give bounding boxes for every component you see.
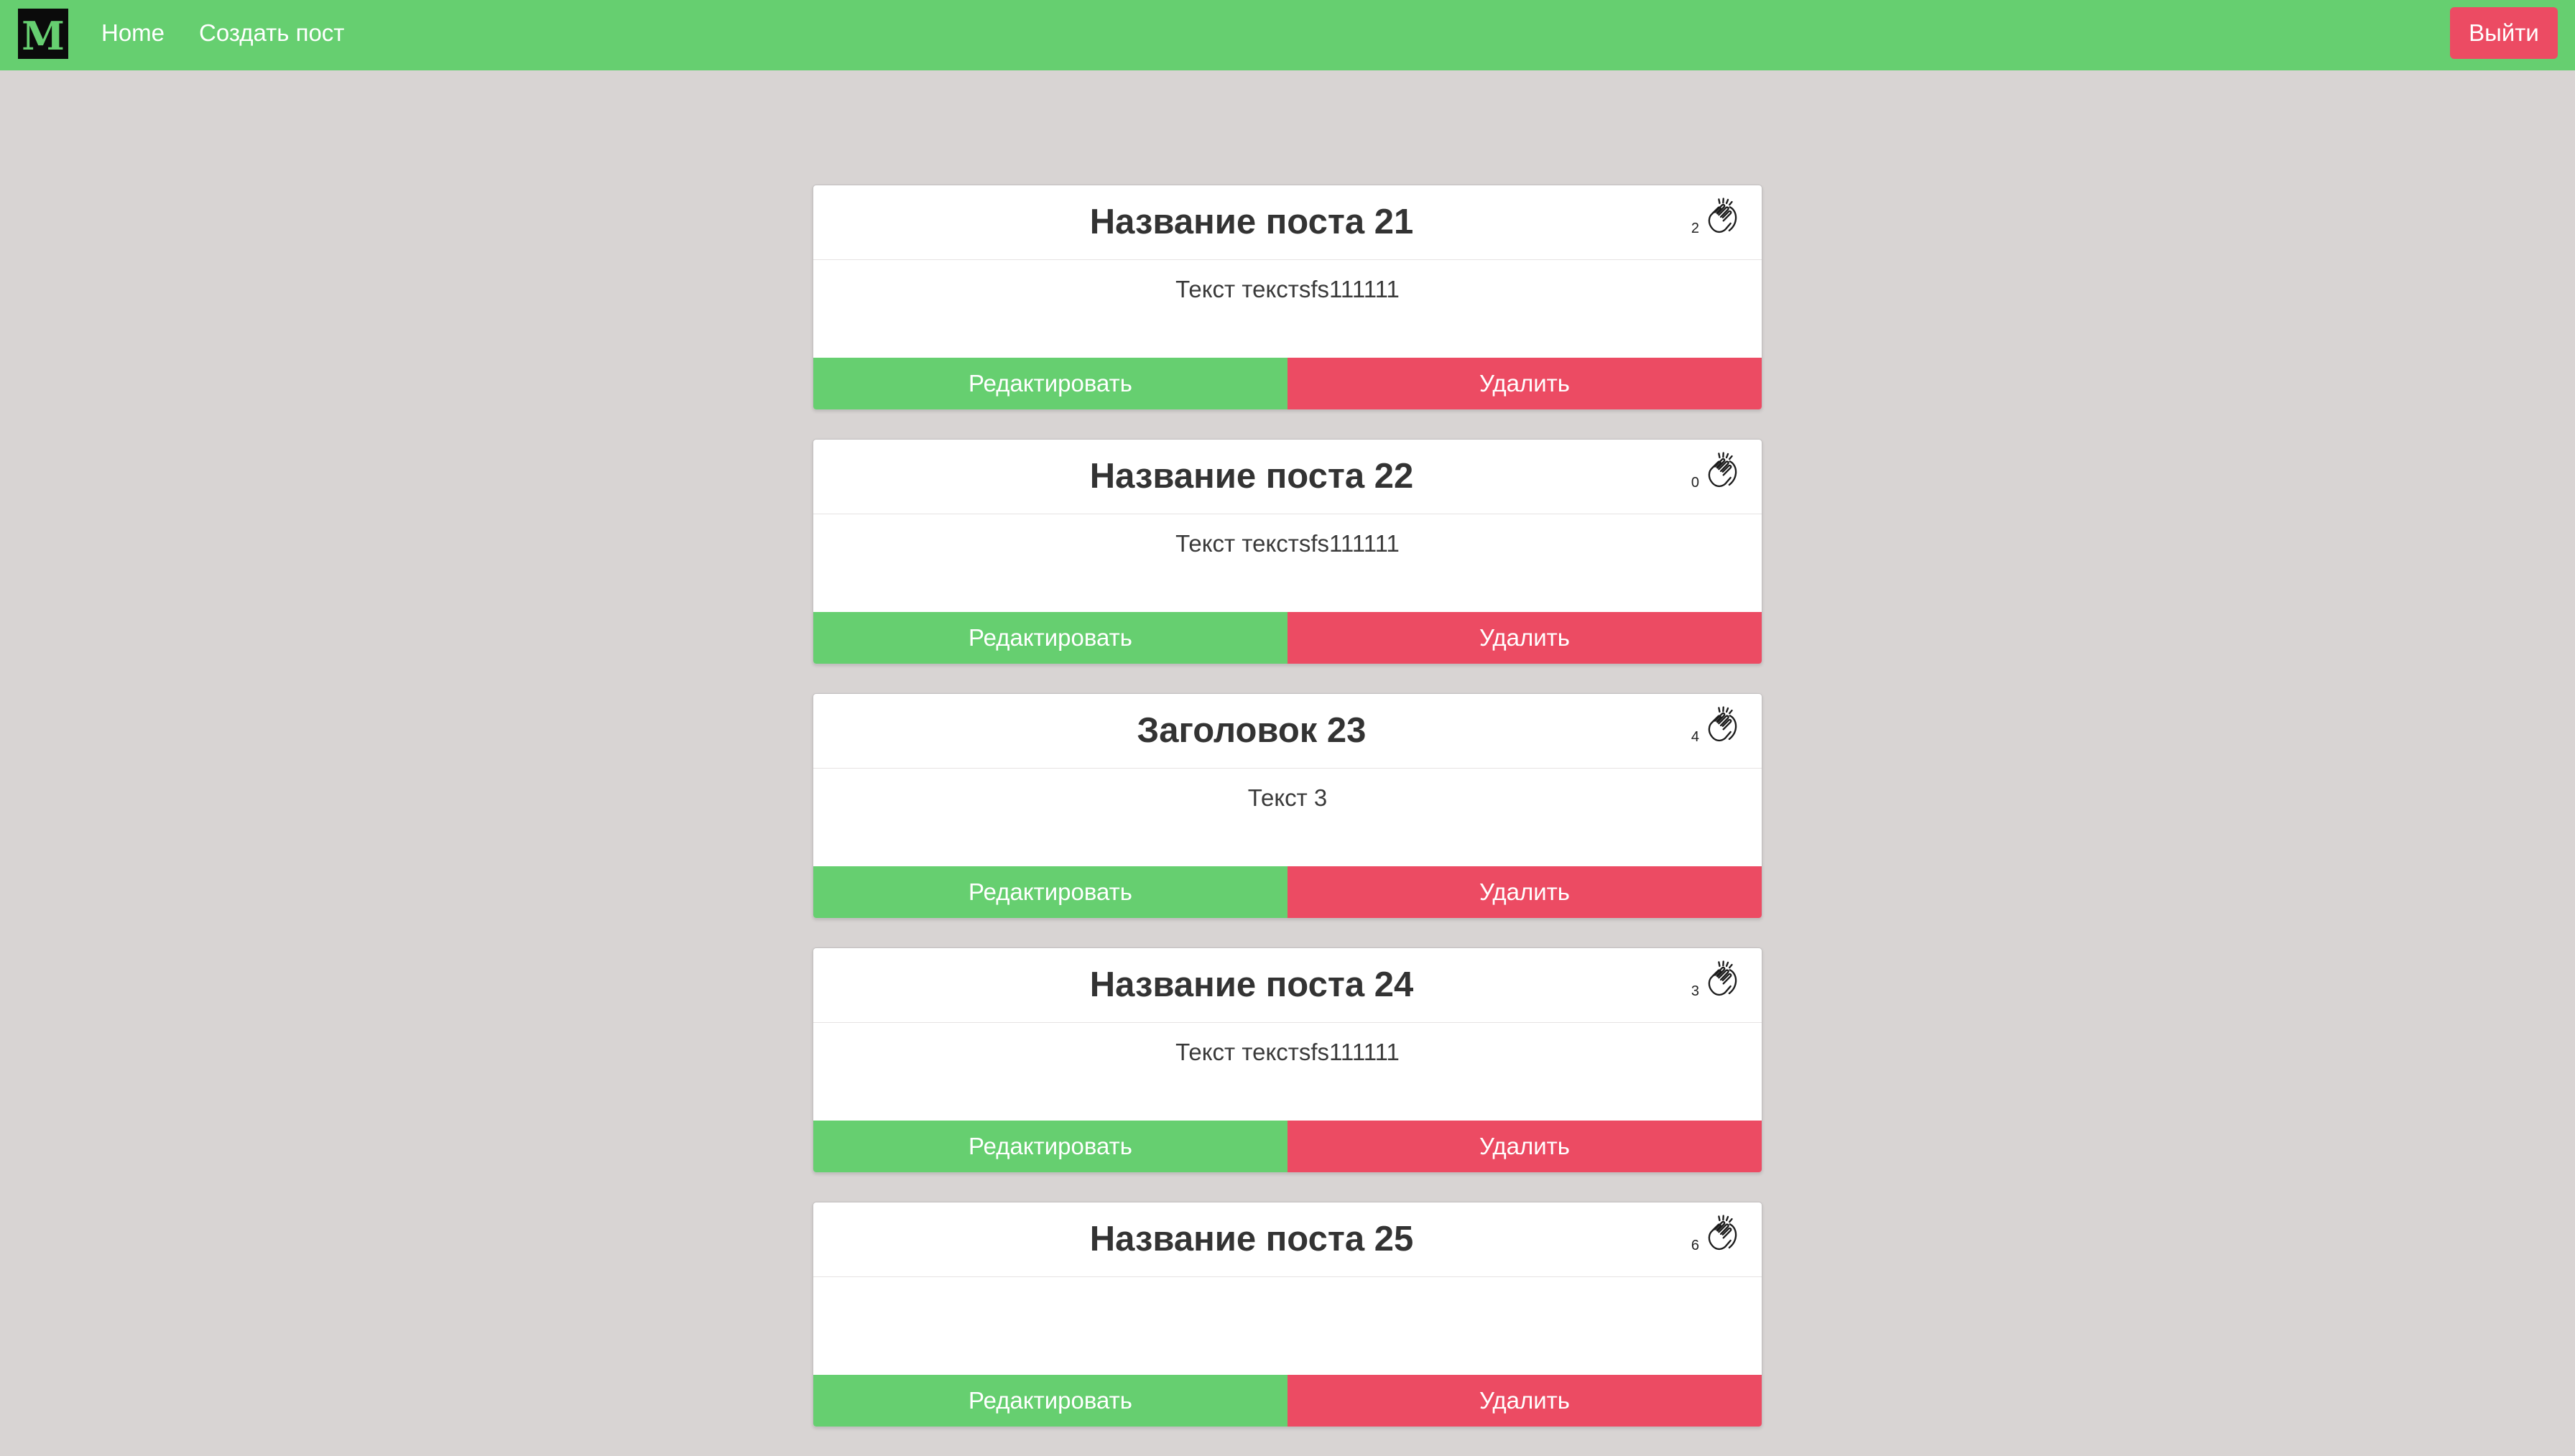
post-body: Текст 3 [1247, 784, 1328, 811]
clap-count: 0 [1691, 475, 1699, 491]
logo[interactable]: M [18, 9, 68, 59]
post-title: Название поста 21 [1089, 203, 1414, 241]
clap-count: 6 [1691, 1238, 1699, 1253]
post-card-header: Название поста 24 3 [813, 948, 1762, 1023]
post-title: Заголовок 23 [1137, 711, 1367, 750]
post-actions: Редактировать Удалить [813, 612, 1762, 664]
delete-button[interactable]: Удалить [1288, 1121, 1762, 1172]
post-actions: Редактировать Удалить [813, 1121, 1762, 1172]
nav-link-home[interactable]: Home [101, 17, 165, 49]
post-card: Название поста 21 2 Текст текстsfs111111… [813, 185, 1762, 410]
clap-icon[interactable] [1701, 958, 1742, 1000]
clap-count: 4 [1691, 729, 1699, 745]
post-card-header: Заголовок 23 4 [813, 694, 1762, 769]
delete-button[interactable]: Удалить [1288, 1375, 1762, 1427]
post-card-header: Название поста 25 6 [813, 1202, 1762, 1277]
post-body: Текст текстsfs111111 [1175, 1039, 1400, 1065]
post-actions: Редактировать Удалить [813, 866, 1762, 918]
post-title: Название поста 24 [1089, 965, 1414, 1004]
clap-count: 3 [1691, 983, 1699, 999]
post-body [813, 1277, 1762, 1375]
delete-button[interactable]: Удалить [1288, 866, 1762, 918]
clap-icon[interactable] [1701, 704, 1742, 746]
clap-icon[interactable] [1701, 450, 1742, 491]
logo-letter: M [22, 13, 65, 59]
clap-icon[interactable] [1701, 1212, 1742, 1254]
delete-button[interactable]: Удалить [1288, 358, 1762, 409]
post-actions: Редактировать Удалить [813, 358, 1762, 409]
post-body: Текст текстsfs111111 [1175, 276, 1400, 302]
edit-button[interactable]: Редактировать [813, 1375, 1288, 1427]
post-card: Название поста 22 0 Текст текстsfs111111… [813, 439, 1762, 664]
post-card: Название поста 25 6 Редактировать Удалит… [813, 1202, 1762, 1427]
post-card: Заголовок 23 4 Текст 3 Редактировать Уда… [813, 693, 1762, 919]
post-card-header: Название поста 22 0 [813, 440, 1762, 514]
edit-button[interactable]: Редактировать [813, 1121, 1288, 1172]
edit-button[interactable]: Редактировать [813, 612, 1288, 664]
post-body: Текст текстsfs111111 [1175, 530, 1400, 557]
nav-link-create-post[interactable]: Создать пост [199, 17, 344, 49]
edit-button[interactable]: Редактировать [813, 358, 1288, 409]
post-actions: Редактировать Удалить [813, 1375, 1762, 1427]
post-title: Название поста 25 [1089, 1220, 1414, 1258]
clap-icon[interactable] [1701, 195, 1742, 237]
delete-button[interactable]: Удалить [1288, 612, 1762, 664]
post-card-header: Название поста 21 2 [813, 185, 1762, 260]
edit-button[interactable]: Редактировать [813, 866, 1288, 918]
post-feed: Название поста 21 2 Текст текстsfs111111… [813, 185, 1762, 1456]
post-title: Название поста 22 [1089, 457, 1414, 496]
top-navbar: M Home Создать пост Выйти [0, 0, 2575, 70]
post-card: Название поста 24 3 Текст текстsfs111111… [813, 947, 1762, 1173]
clap-count: 2 [1691, 221, 1699, 236]
logout-button[interactable]: Выйти [2450, 7, 2558, 59]
